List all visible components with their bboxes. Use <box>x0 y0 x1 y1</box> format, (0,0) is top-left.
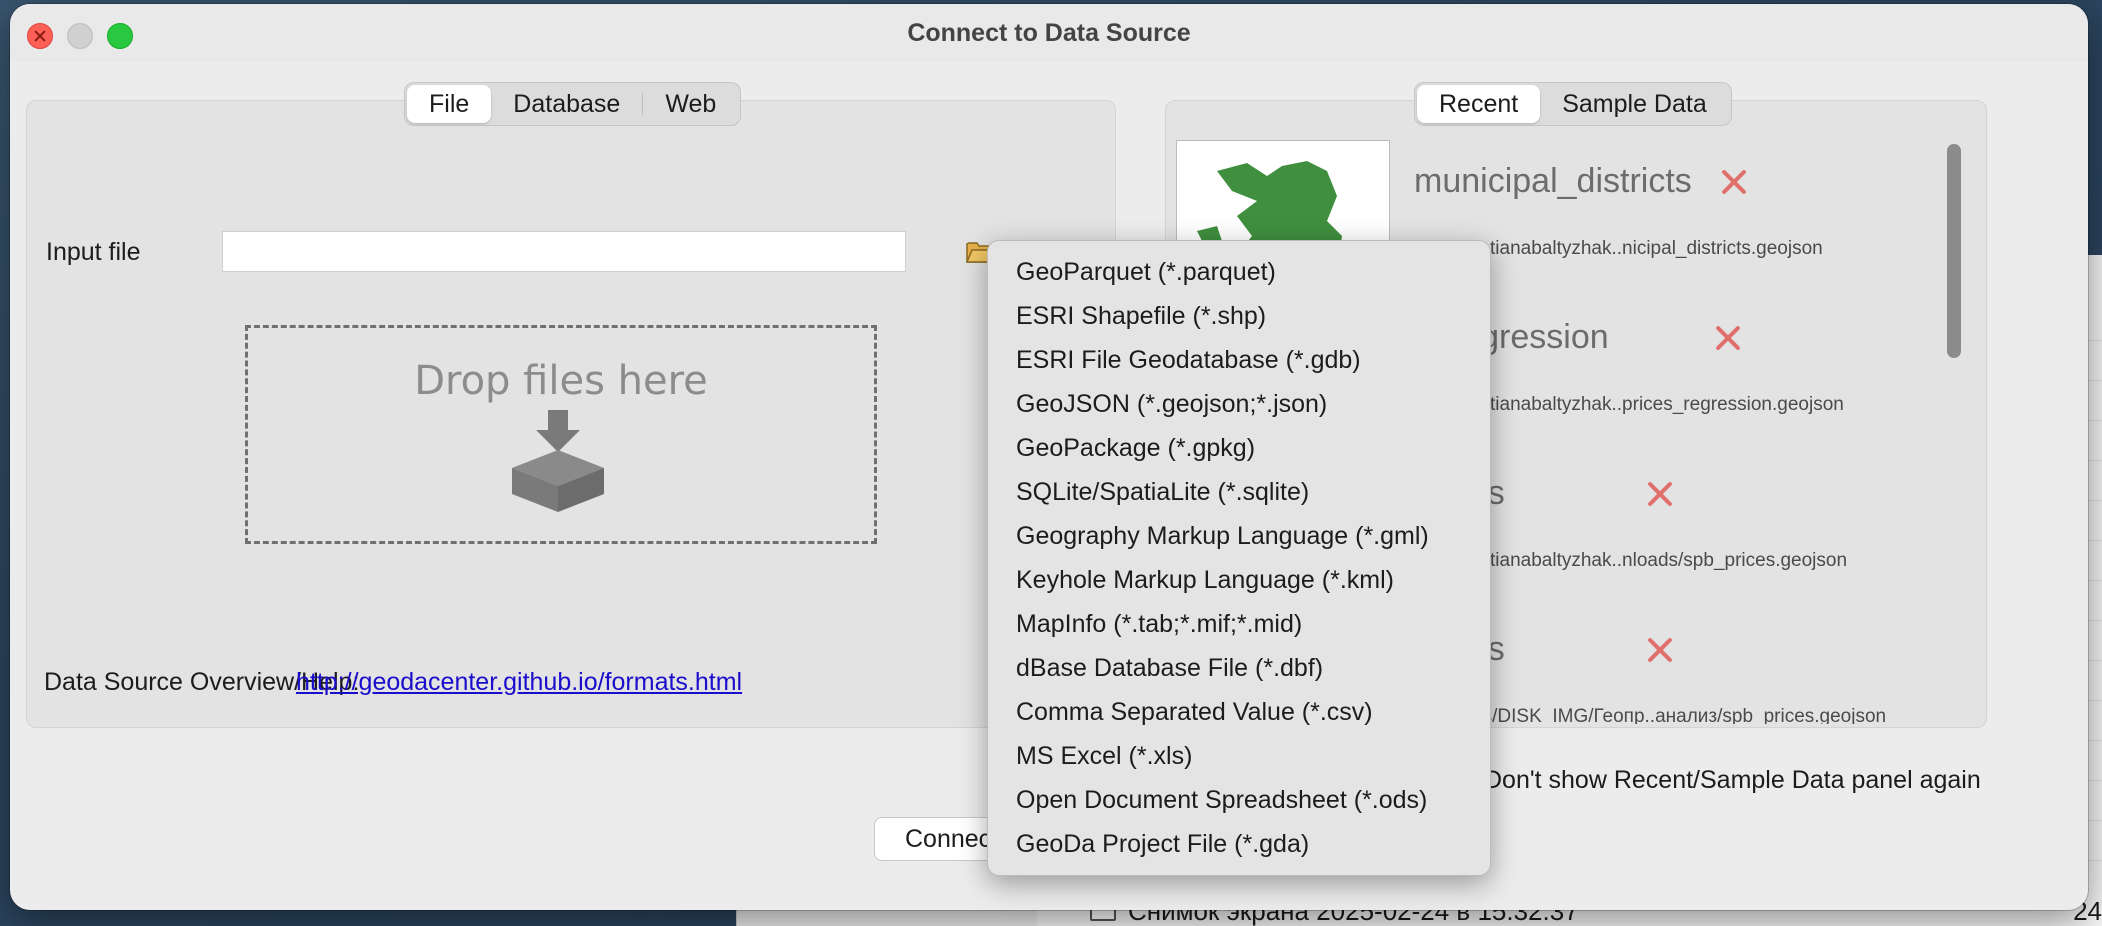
menu-item-esri-geodatabase[interactable]: ESRI File Geodatabase (*.gdb) <box>988 338 1490 382</box>
scrollbar-thumb[interactable] <box>1947 144 1961 358</box>
drop-box-icon <box>512 410 604 512</box>
menu-item-csv[interactable]: Comma Separated Value (*.csv) <box>988 690 1490 734</box>
menu-item-esri-shapefile[interactable]: ESRI Shapefile (*.shp) <box>988 294 1490 338</box>
input-file-label: Input file <box>46 238 141 266</box>
recent-tabs: Recent Sample Data <box>1414 82 1732 126</box>
remove-recent-icon[interactable] <box>1646 636 1674 664</box>
tab-web[interactable]: Web <box>643 85 738 123</box>
drop-files-text: Drop files here <box>414 358 708 404</box>
tab-sample-data[interactable]: Sample Data <box>1540 85 1729 123</box>
menu-item-geoda-project[interactable]: GeoDa Project File (*.gda) <box>988 822 1490 866</box>
tab-file[interactable]: File <box>407 85 492 123</box>
tab-recent[interactable]: Recent <box>1417 85 1541 123</box>
recent-scrollbar[interactable] <box>1944 136 1964 726</box>
remove-recent-icon[interactable] <box>1714 324 1742 352</box>
source-type-tabs: File Database Web <box>404 82 742 126</box>
menu-item-gml[interactable]: Geography Markup Language (*.gml) <box>988 514 1490 558</box>
remove-recent-icon[interactable] <box>1646 480 1674 508</box>
tab-database[interactable]: Database <box>491 85 642 123</box>
menu-item-ms-excel[interactable]: MS Excel (*.xls) <box>988 734 1490 778</box>
help-link[interactable]: http://geodacenter.github.io/formats.htm… <box>296 668 742 697</box>
menu-item-geojson[interactable]: GeoJSON (*.geojson;*.json) <box>988 382 1490 426</box>
menu-item-mapinfo[interactable]: MapInfo (*.tab;*.mif;*.mid) <box>988 602 1490 646</box>
menu-item-geoparquet[interactable]: GeoParquet (*.parquet) <box>988 250 1490 294</box>
recent-item-title: municipal_districts <box>1414 162 1692 200</box>
dont-show-again-label[interactable]: Don't show Recent/Sample Data panel agai… <box>1484 766 1981 795</box>
menu-item-dbase[interactable]: dBase Database File (*.dbf) <box>988 646 1490 690</box>
title-bar: Connect to Data Source <box>10 4 2088 62</box>
remove-recent-icon[interactable] <box>1720 168 1748 196</box>
file-format-menu: GeoParquet (*.parquet) ESRI Shapefile (*… <box>987 240 1491 876</box>
menu-item-kml[interactable]: Keyhole Markup Language (*.kml) <box>988 558 1490 602</box>
window-title: Connect to Data Source <box>907 19 1191 47</box>
drop-files-zone[interactable]: Drop files here <box>245 325 877 544</box>
input-file-field[interactable] <box>222 231 906 272</box>
menu-item-ods[interactable]: Open Document Spreadsheet (*.ods) <box>988 778 1490 822</box>
menu-item-sqlite[interactable]: SQLite/SpatiaLite (*.sqlite) <box>988 470 1490 514</box>
menu-item-geopackage[interactable]: GeoPackage (*.gpkg) <box>988 426 1490 470</box>
